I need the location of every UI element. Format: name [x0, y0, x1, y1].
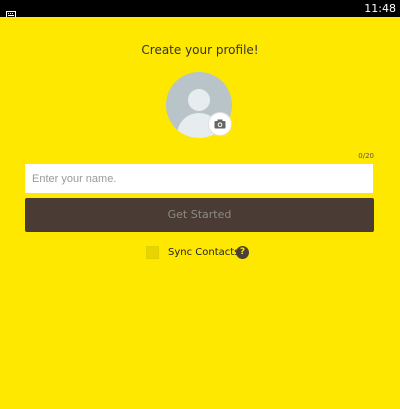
get-started-button[interactable]: Get Started: [25, 198, 374, 232]
status-time: 11:48: [364, 2, 396, 15]
avatar-head: [188, 89, 210, 111]
keyboard-icon: [6, 4, 16, 19]
name-input[interactable]: [25, 164, 373, 193]
sync-contacts-label: Sync Contacts: [168, 247, 240, 258]
sync-contacts-checkbox[interactable]: [146, 246, 159, 259]
help-icon[interactable]: ?: [236, 246, 249, 259]
page-title: Create your profile!: [141, 43, 259, 57]
status-bar: 11:48: [0, 0, 400, 19]
camera-icon[interactable]: [209, 113, 231, 135]
name-character-counter: 0/20: [358, 152, 374, 160]
profile-screen: Create your profile! 0/20 Get Started Sy…: [0, 17, 400, 409]
